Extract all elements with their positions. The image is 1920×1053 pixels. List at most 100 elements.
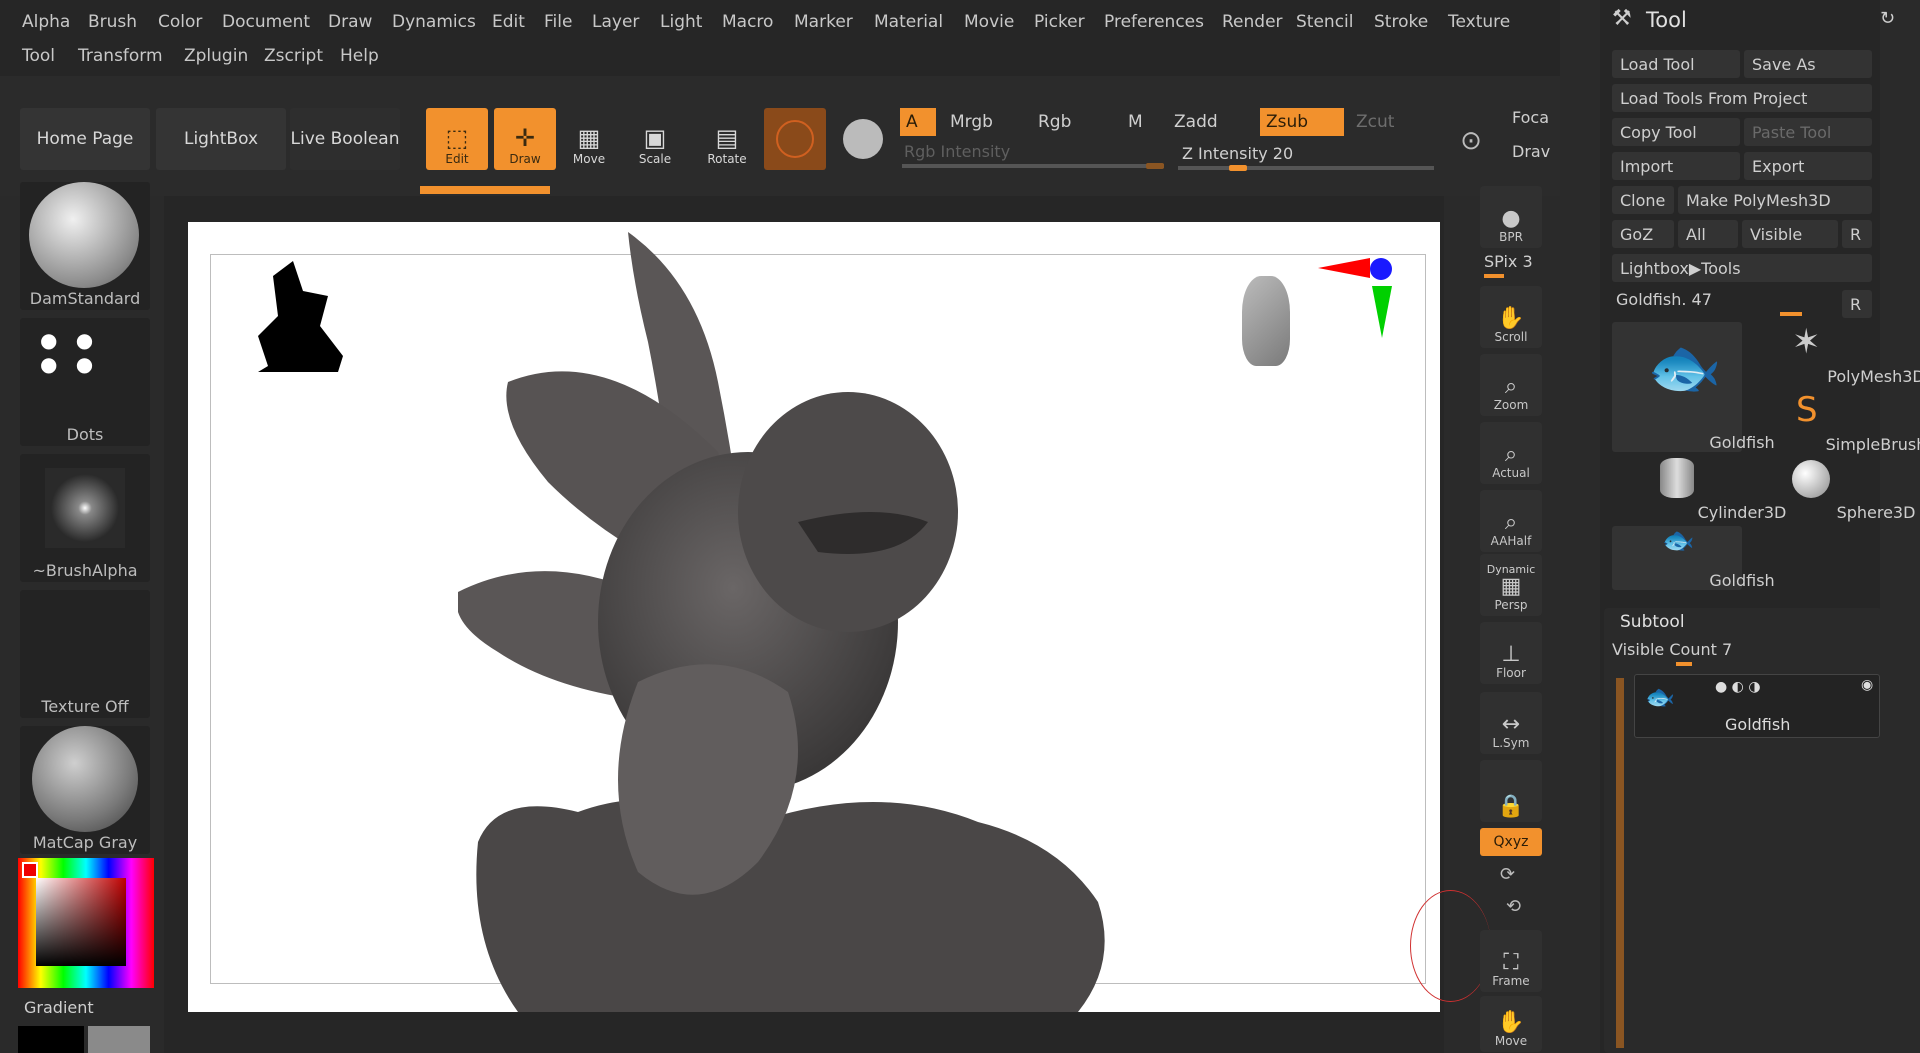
tool-thumb-sphere3d[interactable]: Sphere3D — [1746, 458, 1915, 522]
import-button[interactable]: Import — [1612, 152, 1740, 180]
texture-selector[interactable]: Texture Off — [20, 590, 150, 718]
menu-transform[interactable]: Transform — [74, 44, 167, 68]
menu-picker[interactable]: Picker — [1030, 10, 1089, 34]
move-view-button[interactable]: ✋ Move — [1480, 996, 1542, 1052]
menu-help[interactable]: Help — [336, 44, 383, 68]
tool-palette-title[interactable]: Tool — [1646, 8, 1687, 32]
z-intensity-knob[interactable] — [1229, 165, 1248, 171]
zadd-button[interactable]: Zadd — [1168, 108, 1252, 136]
rgb-button[interactable]: Rgb — [1032, 108, 1112, 136]
frame-button[interactable]: ⛶ Frame — [1480, 930, 1542, 992]
zoom-button[interactable]: ⌕ Zoom — [1480, 354, 1542, 416]
color-picker[interactable] — [18, 858, 154, 988]
rotate-y-icon[interactable]: ⟳ — [1500, 864, 1515, 885]
load-tools-from-project-button[interactable]: Load Tools From Project — [1612, 84, 1872, 112]
z-intensity-slider[interactable] — [1178, 166, 1434, 170]
scale-mode-button[interactable]: ▣ Scale — [624, 108, 686, 170]
menu-tool[interactable]: Tool — [18, 44, 59, 68]
tool-thumb-cylinder3d[interactable]: Cylinder3D — [1612, 458, 1786, 522]
material-selector[interactable]: MatCap Gray — [20, 726, 150, 854]
subtool-scrollbar[interactable] — [1616, 678, 1624, 1048]
document-canvas[interactable] — [188, 222, 1440, 1012]
live-boolean-button[interactable]: Live Boolean — [290, 108, 400, 170]
subtool-item-goldfish[interactable]: 🐟 ● ◐ ◑ ◉ Goldfish — [1634, 674, 1880, 738]
menu-stroke[interactable]: Stroke — [1370, 10, 1432, 34]
focal-shift-icon[interactable]: ⊙ — [1446, 116, 1496, 166]
main-color-swatch[interactable] — [22, 862, 38, 878]
tool-slider-knob[interactable] — [1780, 312, 1802, 316]
menu-light[interactable]: Light — [656, 10, 706, 34]
perspective-button[interactable]: Dynamic ▦ Persp — [1480, 554, 1542, 616]
tool-thumb-polymesh3d[interactable]: ✶ PolyMesh3D — [1746, 322, 1920, 386]
aahalf-button[interactable]: ⌕ AAHalf — [1480, 490, 1542, 552]
xyz-rotate-button[interactable]: Qxyz — [1480, 828, 1542, 856]
scroll-button[interactable]: ✋ Scroll — [1480, 286, 1542, 348]
lightbox-button[interactable]: LightBox — [156, 108, 286, 170]
brush-selector[interactable]: DamStandard — [20, 182, 150, 310]
zcut-button[interactable]: Zcut — [1350, 108, 1410, 136]
draw-size-label[interactable]: Drav — [1512, 142, 1550, 161]
visible-count-knob[interactable] — [1676, 662, 1692, 666]
eye-visibility-icon[interactable]: ◉ — [1861, 677, 1873, 693]
floor-button[interactable]: ⊥ Floor — [1480, 622, 1542, 684]
primary-color-swatch[interactable] — [88, 1026, 150, 1053]
load-tool-button[interactable]: Load Tool — [1612, 50, 1740, 78]
menu-movie[interactable]: Movie — [960, 10, 1018, 34]
menu-file[interactable]: File — [540, 10, 576, 34]
menu-dynamics[interactable]: Dynamics — [388, 10, 480, 34]
menu-marker[interactable]: Marker — [790, 10, 857, 34]
paste-tool-button[interactable]: Paste Tool — [1744, 118, 1872, 146]
tool-reset-button[interactable]: R — [1842, 290, 1872, 318]
color-saturation-square[interactable] — [36, 878, 126, 966]
menu-draw[interactable]: Draw — [324, 10, 376, 34]
menu-layer[interactable]: Layer — [588, 10, 643, 34]
tool-thumb-goldfish-2[interactable]: 🐟 Goldfish — [1612, 526, 1775, 590]
spix-slider-knob[interactable] — [1484, 274, 1504, 278]
menu-render[interactable]: Render — [1218, 10, 1287, 34]
secondary-color-swatch[interactable] — [18, 1026, 84, 1053]
subtool-toggle-icon[interactable]: ● ◐ ◑ — [1715, 679, 1761, 695]
goldfish-sculpt-model[interactable] — [458, 222, 1178, 1012]
alpha-selector[interactable]: ~BrushAlpha — [20, 454, 150, 582]
menu-brush[interactable]: Brush — [84, 10, 141, 34]
rotate-z-icon[interactable]: ⟲ — [1506, 896, 1521, 917]
menu-stencil[interactable]: Stencil — [1292, 10, 1357, 34]
tool-thumb-goldfish[interactable]: 🐟 Goldfish — [1612, 322, 1775, 452]
menu-alpha[interactable]: Alpha — [18, 10, 74, 34]
goz-button[interactable]: GoZ — [1612, 220, 1674, 248]
head-orientation-gizmo[interactable] — [1242, 276, 1302, 396]
menu-document[interactable]: Document — [218, 10, 314, 34]
menu-macro[interactable]: Macro — [718, 10, 777, 34]
spix-label[interactable]: SPix 3 — [1484, 252, 1533, 271]
a-channel-button[interactable]: A — [900, 108, 936, 136]
rgb-intensity-slider[interactable] — [902, 164, 1164, 168]
menu-color[interactable]: Color — [154, 10, 206, 34]
bpr-render-button[interactable]: ● BPR — [1480, 186, 1542, 248]
menu-preferences[interactable]: Preferences — [1100, 10, 1208, 34]
save-as-button[interactable]: Save As — [1744, 50, 1872, 78]
menu-material[interactable]: Material — [870, 10, 947, 34]
menu-zplugin[interactable]: Zplugin — [180, 44, 252, 68]
subtool-title[interactable]: Subtool — [1620, 612, 1685, 632]
menu-edit[interactable]: Edit — [488, 10, 529, 34]
zsub-button[interactable]: Zsub — [1260, 108, 1344, 136]
actual-size-button[interactable]: ⌕ Actual — [1480, 422, 1542, 484]
goz-visible-button[interactable]: Visible — [1742, 220, 1838, 248]
m-button[interactable]: M — [1122, 108, 1152, 136]
tool-thumb-simplebrush[interactable]: S SimpleBrush — [1746, 390, 1920, 454]
rgb-intensity-knob[interactable] — [1146, 163, 1164, 169]
menu-zscript[interactable]: Zscript — [260, 44, 327, 68]
gradient-label[interactable]: Gradient — [24, 998, 94, 1017]
menu-texture[interactable]: Texture — [1444, 10, 1514, 34]
copy-tool-button[interactable]: Copy Tool — [1612, 118, 1740, 146]
edit-mode-button[interactable]: ⬚ Edit — [426, 108, 488, 170]
lock-button[interactable]: 🔒 — [1480, 760, 1542, 822]
move-mode-button[interactable]: ▦ Move — [558, 108, 620, 170]
goz-r-button[interactable]: R — [1842, 220, 1872, 248]
brush-settings-button[interactable] — [838, 114, 888, 164]
home-page-button[interactable]: Home Page — [20, 108, 150, 170]
local-symmetry-button[interactable]: ↔ L.Sym — [1480, 692, 1542, 754]
lightbox-tools-button[interactable]: Lightbox▶Tools — [1612, 254, 1872, 282]
draw-mode-button[interactable]: ✛ Draw — [494, 108, 556, 170]
rotate-mode-button[interactable]: ▤ Rotate — [696, 108, 758, 170]
